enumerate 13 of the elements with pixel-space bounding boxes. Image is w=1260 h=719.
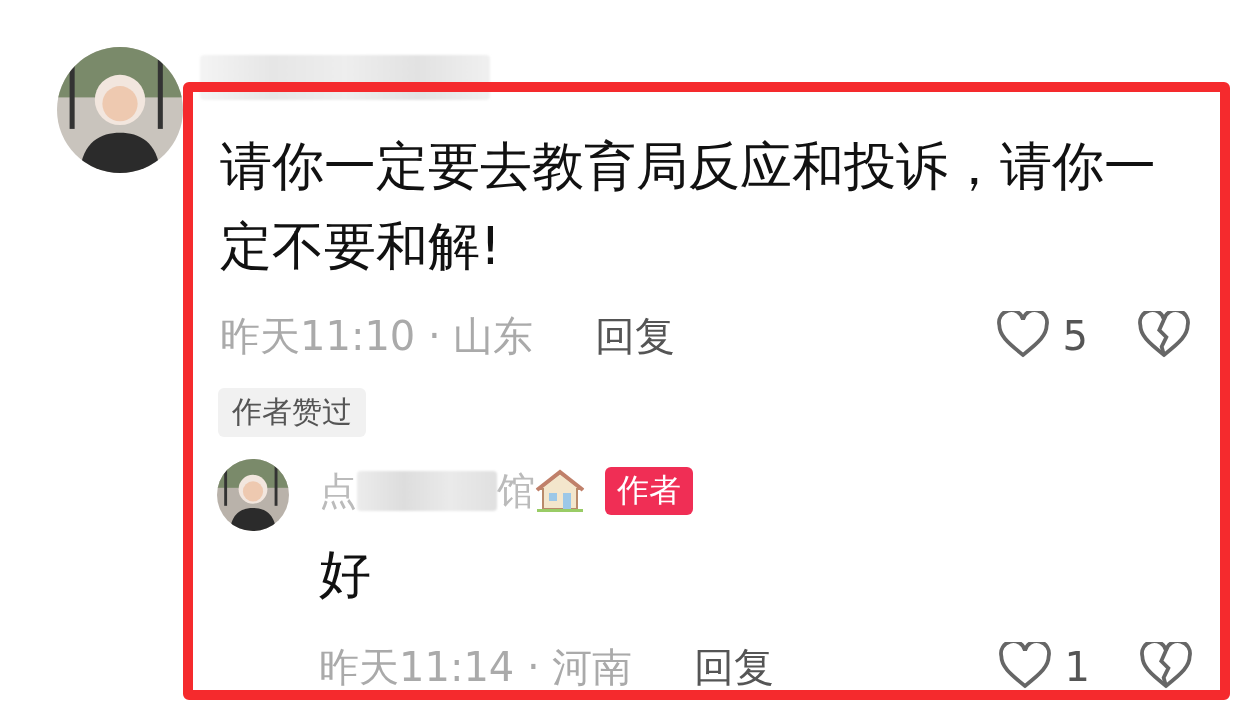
comment-meta: 昨天11:14 · 河南 — [319, 642, 633, 692]
like-count: 5 — [1062, 313, 1088, 359]
house-icon — [535, 469, 585, 513]
reply-link[interactable]: 回复 — [595, 308, 676, 364]
comment-text: 请你一定要去教育局反应和投诉，请你一定不要和解! — [220, 135, 1157, 278]
reply-link[interactable]: 回复 — [694, 639, 775, 695]
author-liked-tag: 作者赞过 — [218, 388, 366, 437]
author-name: 馆 — [497, 467, 535, 515]
reply-text: 好 — [319, 543, 372, 606]
author-badge: 作者 — [605, 467, 693, 515]
comment-meta: 昨天11:10 · 山东 — [220, 311, 534, 361]
like-count: 1 — [1064, 644, 1090, 690]
author-name: 点 — [319, 467, 357, 515]
